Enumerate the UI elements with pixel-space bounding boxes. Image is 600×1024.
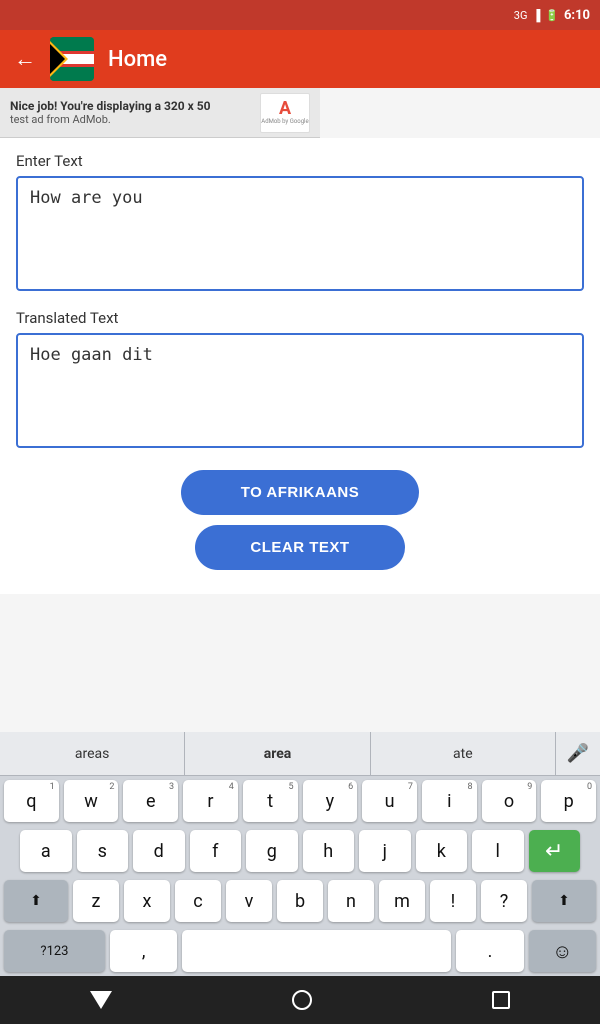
key-o[interactable]: 9o <box>482 780 537 822</box>
ad-bold: Nice job! <box>10 99 57 113</box>
key-f[interactable]: f <box>190 830 242 872</box>
enter-text-label: Enter Text <box>16 152 584 170</box>
key-h[interactable]: h <box>303 830 355 872</box>
to-afrikaans-button[interactable]: TO AFRIKAANS <box>181 470 420 515</box>
admob-logo: A AdMob by Google <box>260 93 310 133</box>
key-t[interactable]: 5t <box>243 780 298 822</box>
key-m[interactable]: m <box>379 880 425 922</box>
status-icons: 3G ▐ 🔋 6:10 <box>514 8 590 23</box>
keyboard-suggestions: areas area ate 🎤 <box>0 732 600 776</box>
key-j[interactable]: j <box>359 830 411 872</box>
key-numbers-toggle[interactable]: ?123 <box>4 930 105 972</box>
key-a[interactable]: a <box>20 830 72 872</box>
key-s[interactable]: s <box>77 830 129 872</box>
key-n[interactable]: n <box>328 880 374 922</box>
key-z[interactable]: z <box>73 880 119 922</box>
key-y[interactable]: 6y <box>303 780 358 822</box>
mic-button[interactable]: 🎤 <box>556 732 600 775</box>
key-exclamation[interactable]: ! <box>430 880 476 922</box>
nav-home-button[interactable] <box>292 990 312 1010</box>
suggestion-ate[interactable]: ate <box>371 732 556 775</box>
keyboard-row-2: a s d f g h j k l ↵ <box>0 826 600 876</box>
key-b[interactable]: b <box>277 880 323 922</box>
key-r[interactable]: 4r <box>183 780 238 822</box>
suggestion-area[interactable]: area <box>185 732 370 775</box>
status-bar: 3G ▐ 🔋 6:10 <box>0 0 600 30</box>
ad-main-text: Nice job! You're displaying a 320 x 50 <box>10 99 260 113</box>
enter-text-input[interactable]: How are you <box>16 176 584 291</box>
keyboard-row-4: ?123 , . ☺ <box>0 926 600 976</box>
translated-text-label: Translated Text <box>16 309 584 327</box>
key-emoji[interactable]: ☺ <box>529 930 596 972</box>
ad-sub-text: test ad from AdMob. <box>10 113 260 126</box>
clear-text-button[interactable]: CLEAR TEXT <box>195 525 404 570</box>
key-e[interactable]: 3e <box>123 780 178 822</box>
nav-bar <box>0 976 600 1024</box>
admob-a-letter: A <box>279 100 291 118</box>
key-x[interactable]: x <box>124 880 170 922</box>
key-k[interactable]: k <box>416 830 468 872</box>
key-comma[interactable]: , <box>110 930 177 972</box>
key-i[interactable]: 8i <box>422 780 477 822</box>
translated-text-output[interactable]: Hoe gaan dit <box>16 333 584 448</box>
ad-regular: You're displaying a 320 x 50 <box>60 99 210 113</box>
signal-bars: ▐ <box>532 9 540 22</box>
main-content: Enter Text How are you Translated Text H… <box>0 138 600 594</box>
key-l[interactable]: l <box>472 830 524 872</box>
back-triangle-icon <box>90 991 112 1009</box>
keyboard-row-3: ⬆ z x c v b n m ! ? ⬆ <box>0 876 600 926</box>
key-shift-left[interactable]: ⬆ <box>4 880 68 922</box>
flag-icon <box>50 37 94 81</box>
recent-square-icon <box>492 991 510 1009</box>
time-display: 6:10 <box>564 8 590 23</box>
back-button[interactable]: ← <box>14 46 36 72</box>
nav-recent-button[interactable] <box>492 991 510 1009</box>
app-title: Home <box>108 47 167 72</box>
home-circle-icon <box>292 990 312 1010</box>
key-space[interactable] <box>182 930 451 972</box>
key-d[interactable]: d <box>133 830 185 872</box>
signal-icon: 3G <box>514 9 528 22</box>
battery-icon: 🔋 <box>545 9 559 22</box>
key-enter[interactable]: ↵ <box>529 830 581 872</box>
nav-back-button[interactable] <box>90 991 112 1009</box>
key-q[interactable]: 1q <box>4 780 59 822</box>
key-g[interactable]: g <box>246 830 298 872</box>
suggestion-areas[interactable]: areas <box>0 732 185 775</box>
key-period[interactable]: . <box>456 930 523 972</box>
key-question[interactable]: ? <box>481 880 527 922</box>
key-shift-right[interactable]: ⬆ <box>532 880 596 922</box>
ad-text-block: Nice job! You're displaying a 320 x 50 t… <box>10 99 260 126</box>
key-u[interactable]: 7u <box>362 780 417 822</box>
key-p[interactable]: 0p <box>541 780 596 822</box>
keyboard: areas area ate 🎤 1q 2w 3e 4r 5t 6y 7u 8i… <box>0 732 600 976</box>
admob-sub-text: AdMob by Google <box>261 118 308 125</box>
ad-banner[interactable]: Nice job! You're displaying a 320 x 50 t… <box>0 88 320 138</box>
top-bar: ← Home <box>0 30 600 88</box>
key-v[interactable]: v <box>226 880 272 922</box>
key-c[interactable]: c <box>175 880 221 922</box>
action-buttons: TO AFRIKAANS CLEAR TEXT <box>16 470 584 570</box>
keyboard-row-1: 1q 2w 3e 4r 5t 6y 7u 8i 9o 0p <box>0 776 600 826</box>
key-w[interactable]: 2w <box>64 780 119 822</box>
